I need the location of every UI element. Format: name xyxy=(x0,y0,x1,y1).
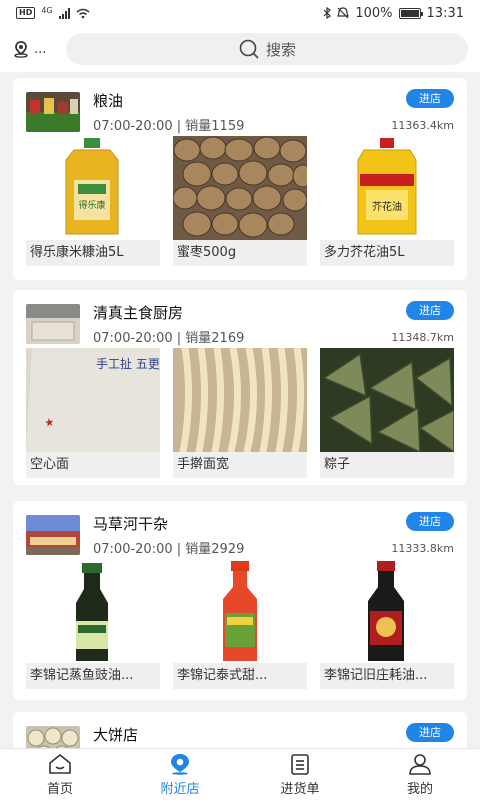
signal-icon xyxy=(58,7,70,19)
store-meta: 07:00-20:00 | 销量2929 xyxy=(93,542,245,557)
product-name: 粽子 xyxy=(320,452,454,478)
product-name: 手擀面宽 xyxy=(173,452,307,478)
product-name: 蜜枣500g xyxy=(173,240,307,266)
product-label-text: 芥花油 xyxy=(372,200,402,213)
product-image: 得乐康 xyxy=(26,136,160,240)
store-thumbnail xyxy=(26,515,80,555)
store-name: 粮油 xyxy=(93,92,124,110)
product-image xyxy=(320,559,454,663)
tab-label: 首页 xyxy=(46,781,73,797)
store-meta: 07:00-20:00 | 销量2169 xyxy=(93,331,245,346)
product-image xyxy=(173,348,307,452)
enter-store-button[interactable]: 进店 xyxy=(406,512,454,531)
tab-nearby[interactable]: 附近店 xyxy=(120,749,240,800)
product-item[interactable]: 手擀面宽 xyxy=(173,348,307,478)
product-image xyxy=(173,559,307,663)
product-label-text: 手工扯 五更空心面 xyxy=(96,356,160,371)
hd-badge: HD xyxy=(16,7,36,19)
product-image xyxy=(320,348,454,452)
location-selector[interactable]: ... xyxy=(12,40,62,58)
search-bar[interactable]: 搜索 xyxy=(66,33,468,65)
product-item[interactable]: 手工扯 五更空心面 ★ 空心面 xyxy=(26,348,160,478)
product-name: 李锦记蒸鱼豉油... xyxy=(26,663,160,689)
product-name: 李锦记旧庄耗油... xyxy=(320,663,454,689)
store-distance: 11333.8km xyxy=(391,542,454,555)
product-item[interactable]: 粽子 xyxy=(320,348,454,478)
user-icon xyxy=(409,753,431,775)
product-image: 手工扯 五更空心面 ★ xyxy=(26,348,160,452)
store-feed[interactable]: 粮油 07:00-20:00 | 销量1159 进店 11363.4km 得乐康… xyxy=(0,72,480,748)
battery-percent: 100% xyxy=(355,5,393,21)
search-icon xyxy=(239,39,259,59)
store-thumbnail xyxy=(26,726,80,748)
store-name: 马草河干杂 xyxy=(93,515,169,533)
product-item[interactable]: 芥花油 多力芥花油5L xyxy=(320,136,454,266)
network-type: 4G xyxy=(41,5,53,15)
product-name: 得乐康米糠油5L xyxy=(26,240,160,266)
store-hours: 07:00-20:00 xyxy=(93,119,173,134)
location-text: ... xyxy=(34,41,47,57)
tab-mine[interactable]: 我的 xyxy=(360,749,480,800)
product-item[interactable]: 得乐康 得乐康米糠油5L xyxy=(26,136,160,266)
store-name: 清真主食厨房 xyxy=(93,304,184,322)
bluetooth-icon xyxy=(323,7,332,19)
home-icon xyxy=(49,753,71,774)
location-pin-icon xyxy=(14,41,28,58)
store-hours: 07:00-20:00 xyxy=(93,542,173,557)
clock: 13:31 xyxy=(426,5,464,21)
product-item[interactable]: 李锦记泰式甜... xyxy=(173,559,307,689)
store-thumbnail xyxy=(26,92,80,132)
tab-orders[interactable]: 进货单 xyxy=(240,749,360,800)
top-bar: ... 搜索 xyxy=(0,26,480,72)
store-sales: 销量2929 xyxy=(185,542,245,557)
order-list-icon xyxy=(291,753,309,775)
store-card[interactable]: 大饼店 进店 xyxy=(13,712,467,748)
product-image: 芥花油 xyxy=(320,136,454,240)
store-sales: 销量2169 xyxy=(185,331,245,346)
product-name: 李锦记泰式甜... xyxy=(173,663,307,689)
store-name: 大饼店 xyxy=(93,726,139,744)
store-thumbnail xyxy=(26,304,80,344)
store-sales: 销量1159 xyxy=(185,119,245,134)
store-distance: 11363.4km xyxy=(391,119,454,132)
tab-label: 我的 xyxy=(406,781,433,797)
product-item[interactable]: 蜜枣500g xyxy=(173,136,307,266)
battery-icon xyxy=(398,7,423,19)
store-meta: 07:00-20:00 | 销量1159 xyxy=(93,119,245,134)
store-hours: 07:00-20:00 xyxy=(93,331,173,346)
store-card[interactable]: 马草河干杂 07:00-20:00 | 销量2929 进店 11333.8km … xyxy=(13,501,467,700)
store-card[interactable]: 粮油 07:00-20:00 | 销量1159 进店 11363.4km 得乐康… xyxy=(13,78,467,280)
product-item[interactable]: 李锦记蒸鱼豉油... xyxy=(26,559,160,689)
nearby-pin-icon xyxy=(171,753,189,775)
enter-store-button[interactable]: 进店 xyxy=(406,723,454,742)
enter-store-button[interactable]: 进店 xyxy=(406,89,454,108)
product-name: 空心面 xyxy=(26,452,160,478)
tab-label: 进货单 xyxy=(280,781,320,797)
store-card[interactable]: 清真主食厨房 07:00-20:00 | 销量2169 进店 11348.7km… xyxy=(13,290,467,485)
status-bar: HD 4G 100% 13:31 xyxy=(0,0,480,26)
product-label-text: 得乐康 xyxy=(78,199,105,211)
search-placeholder: 搜索 xyxy=(265,40,296,59)
tab-home[interactable]: 首页 xyxy=(0,749,120,800)
store-distance: 11348.7km xyxy=(391,331,454,344)
product-image xyxy=(26,559,160,663)
product-item[interactable]: 李锦记旧庄耗油... xyxy=(320,559,454,689)
product-name: 多力芥花油5L xyxy=(320,240,454,266)
mute-icon xyxy=(337,7,350,19)
bottom-tab-bar: 首页 附近店 进货单 我的 xyxy=(0,748,480,800)
wifi-icon xyxy=(76,8,90,18)
product-image xyxy=(173,136,307,240)
enter-store-button[interactable]: 进店 xyxy=(406,301,454,320)
tab-label: 附近店 xyxy=(160,781,200,797)
